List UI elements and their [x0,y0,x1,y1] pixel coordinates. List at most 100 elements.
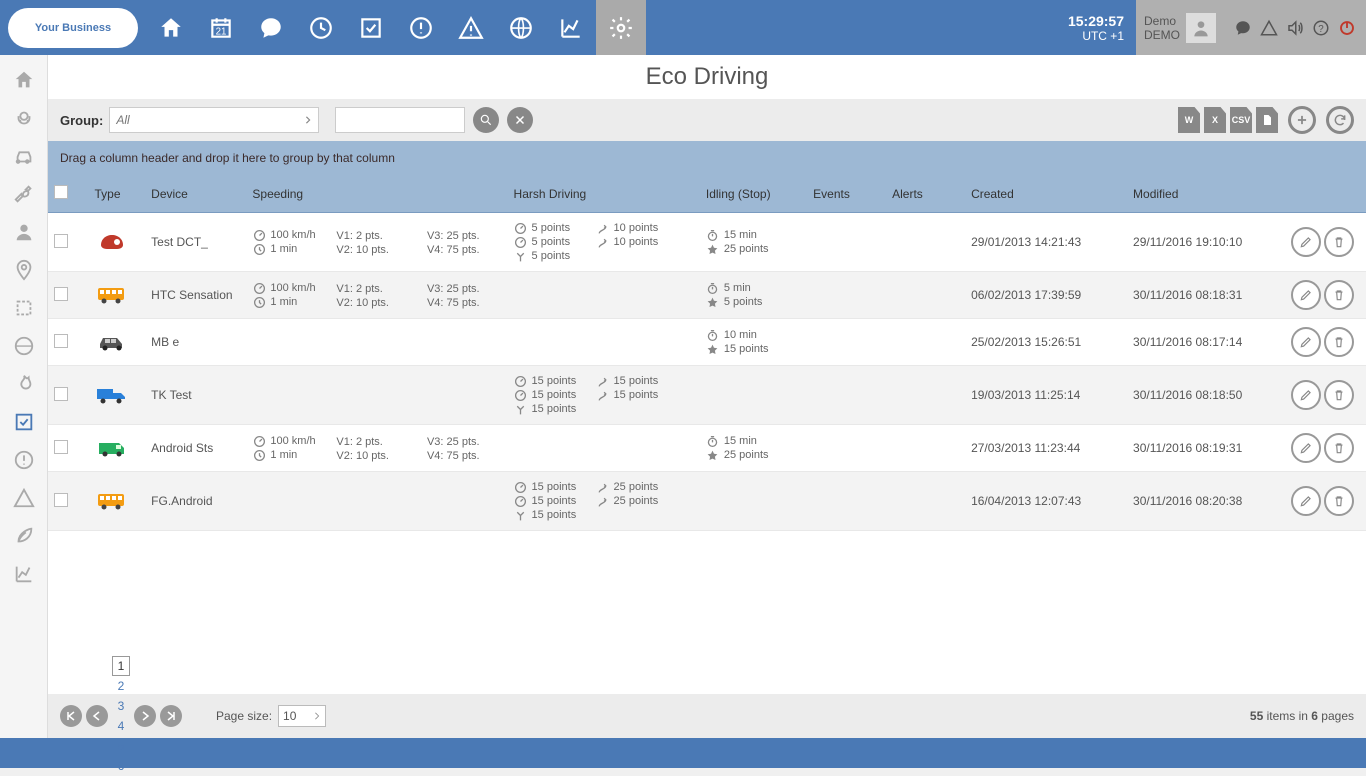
col-alerts[interactable]: Alerts [886,175,965,213]
vehicle-icon [94,488,130,514]
nav-check[interactable] [346,0,396,55]
page-number[interactable]: 3 [112,696,130,716]
page-number[interactable]: 4 [112,716,130,736]
edit-button[interactable] [1291,280,1321,310]
edit-button[interactable] [1291,486,1321,516]
bottom-bar [0,738,1366,768]
cell-idling: 10 min 15 points [700,319,807,366]
page-next[interactable] [134,705,156,727]
nav-calendar[interactable]: 21 [196,0,246,55]
col-device[interactable]: Device [145,175,246,213]
warning-icon[interactable] [1256,15,1282,41]
side-support[interactable] [4,99,44,137]
export-pdf[interactable] [1256,107,1278,133]
row-checkbox[interactable] [54,387,68,401]
col-events[interactable]: Events [807,175,886,213]
cell-modified: 30/11/2016 08:18:50 [1127,366,1285,425]
side-warning[interactable] [4,479,44,517]
nav-settings[interactable] [596,0,646,55]
delete-button[interactable] [1324,280,1354,310]
row-checkbox[interactable] [54,440,68,454]
nav-alert-circle[interactable] [396,0,446,55]
col-harsh[interactable]: Harsh Driving [508,175,700,213]
nav-globe[interactable] [496,0,546,55]
side-zone[interactable] [4,289,44,327]
page-number[interactable]: 2 [112,676,130,696]
cell-modified: 30/11/2016 08:20:38 [1127,472,1285,531]
power-icon[interactable] [1334,15,1360,41]
side-fire[interactable] [4,365,44,403]
col-created[interactable]: Created [965,175,1127,213]
side-tools[interactable] [4,175,44,213]
edit-button[interactable] [1291,227,1321,257]
side-chart[interactable] [4,555,44,593]
side-vehicle[interactable] [4,137,44,175]
edit-button[interactable] [1291,327,1321,357]
cell-device: Android Sts [145,425,246,472]
pager: 123456 Page size: 10 55 items in 6 pages [48,694,1366,738]
page-number[interactable]: 5 [112,736,130,756]
side-location[interactable] [4,251,44,289]
side-globe[interactable] [4,327,44,365]
page-size-select[interactable]: 10 [278,705,326,727]
help-icon[interactable]: ? [1308,15,1334,41]
edit-button[interactable] [1291,380,1321,410]
cell-speeding [246,366,507,425]
group-select[interactable]: All [109,107,319,133]
table-wrap[interactable]: Type Device Speeding Harsh Driving Idlin… [48,175,1366,694]
page-first[interactable] [60,705,82,727]
side-checklist[interactable] [4,403,44,441]
select-all-checkbox[interactable] [54,185,68,199]
side-user[interactable] [4,213,44,251]
cell-created: 19/03/2013 11:25:14 [965,366,1127,425]
nav-chat[interactable] [246,0,296,55]
row-checkbox[interactable] [54,493,68,507]
page-number[interactable]: 6 [112,756,130,776]
vehicle-icon [94,329,130,355]
search-button[interactable] [473,107,499,133]
user-box[interactable]: Demo DEMO [1136,0,1224,55]
cell-harsh [508,425,700,472]
col-speeding[interactable]: Speeding [246,175,507,213]
nav-clock[interactable] [296,0,346,55]
page-number[interactable]: 1 [112,656,130,676]
row-checkbox[interactable] [54,234,68,248]
logo[interactable]: Your Business [8,8,138,48]
page-last[interactable] [160,705,182,727]
clear-button[interactable] [507,107,533,133]
nav-warning[interactable] [446,0,496,55]
cell-harsh: 15 points15 points15 points15 points15 p… [508,366,700,425]
delete-button[interactable] [1324,227,1354,257]
clock-time: 15:29:57 [1068,13,1124,29]
delete-button[interactable] [1324,327,1354,357]
col-idling[interactable]: Idling (Stop) [700,175,807,213]
nav-home[interactable] [146,0,196,55]
search-input[interactable] [335,107,465,133]
delete-button[interactable] [1324,380,1354,410]
refresh-button[interactable] [1326,106,1354,134]
cell-created: 29/01/2013 14:21:43 [965,213,1127,272]
left-sidebar [0,55,48,738]
add-button[interactable] [1288,106,1316,134]
cell-created: 27/03/2013 11:23:44 [965,425,1127,472]
delete-button[interactable] [1324,486,1354,516]
side-eco[interactable] [4,517,44,555]
row-checkbox[interactable] [54,334,68,348]
sound-icon[interactable] [1282,15,1308,41]
col-modified[interactable]: Modified [1127,175,1285,213]
side-home[interactable] [4,61,44,99]
cell-harsh: 5 points5 points5 points10 points10 poin… [508,213,700,272]
table-row: MB e 10 min 15 points 25/02/2013 15:26:5… [48,319,1366,366]
edit-button[interactable] [1291,433,1321,463]
page-prev[interactable] [86,705,108,727]
row-checkbox[interactable] [54,287,68,301]
delete-button[interactable] [1324,433,1354,463]
export-csv[interactable]: CSV [1230,107,1252,133]
export-word[interactable]: W [1178,107,1200,133]
col-type[interactable]: Type [88,175,145,213]
side-alert[interactable] [4,441,44,479]
cell-speeding [246,319,507,366]
nav-chart[interactable] [546,0,596,55]
chat-icon[interactable] [1230,15,1256,41]
export-excel[interactable]: X [1204,107,1226,133]
